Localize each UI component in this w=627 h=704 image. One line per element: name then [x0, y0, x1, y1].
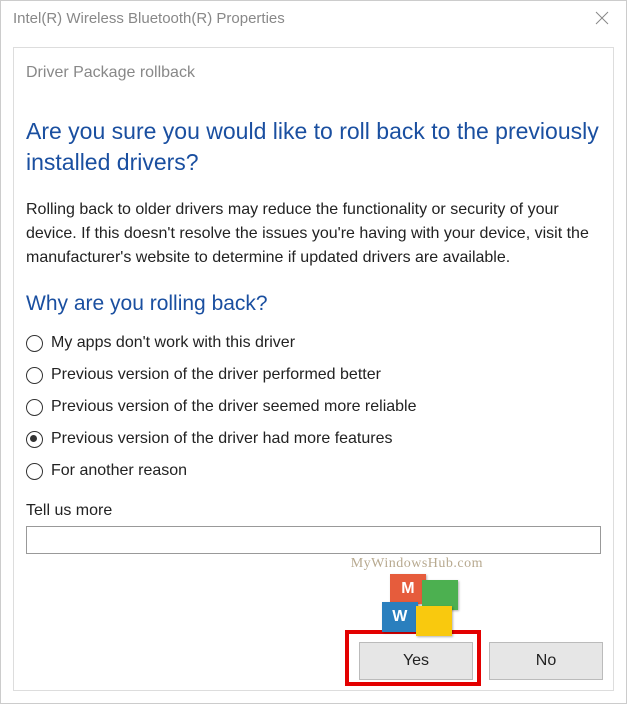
radio-option[interactable]: Previous version of the driver seemed mo… [26, 398, 601, 416]
radio-icon [26, 335, 43, 352]
dialog-subheading: Why are you rolling back? [26, 292, 601, 316]
radio-option[interactable]: Previous version of the driver performed… [26, 366, 601, 384]
radio-label: Previous version of the driver seemed mo… [51, 398, 417, 416]
logo-tile [416, 606, 452, 636]
radio-option[interactable]: Previous version of the driver had more … [26, 430, 601, 448]
radio-option[interactable]: For another reason [26, 462, 601, 480]
textarea-label: Tell us more [26, 502, 601, 520]
tell-us-more-input[interactable] [26, 526, 601, 554]
radio-icon [26, 367, 43, 384]
button-row: Yes No [359, 642, 603, 680]
dialog-text: Rolling back to older drivers may reduce… [26, 198, 601, 270]
logo-tile: M [390, 574, 426, 604]
dialog-subtitle: Driver Package rollback [26, 64, 601, 82]
radio-group: My apps don't work with this driver Previ… [26, 334, 601, 480]
radio-icon [26, 399, 43, 416]
close-button[interactable] [578, 1, 626, 35]
watermark-logo: M W [382, 574, 452, 636]
titlebar: Intel(R) Wireless Bluetooth(R) Propertie… [1, 1, 626, 35]
radio-option[interactable]: My apps don't work with this driver [26, 334, 601, 352]
radio-label: My apps don't work with this driver [51, 334, 295, 352]
logo-tile [422, 580, 458, 610]
close-icon [595, 11, 609, 25]
window: Intel(R) Wireless Bluetooth(R) Propertie… [0, 0, 627, 704]
radio-label: For another reason [51, 462, 187, 480]
radio-label: Previous version of the driver had more … [51, 430, 393, 448]
logo-tile: W [382, 602, 418, 632]
watermark: MyWindowsHub.com M W [351, 556, 483, 636]
dialog-heading: Are you sure you would like to roll back… [26, 116, 601, 178]
watermark-text: MyWindowsHub.com [351, 556, 483, 572]
window-title: Intel(R) Wireless Bluetooth(R) Propertie… [13, 10, 285, 27]
dialog-body: Driver Package rollback Are you sure you… [13, 47, 614, 691]
radio-icon [26, 463, 43, 480]
no-button[interactable]: No [489, 642, 603, 680]
yes-button[interactable]: Yes [359, 642, 473, 680]
radio-icon [26, 431, 43, 448]
radio-label: Previous version of the driver performed… [51, 366, 381, 384]
